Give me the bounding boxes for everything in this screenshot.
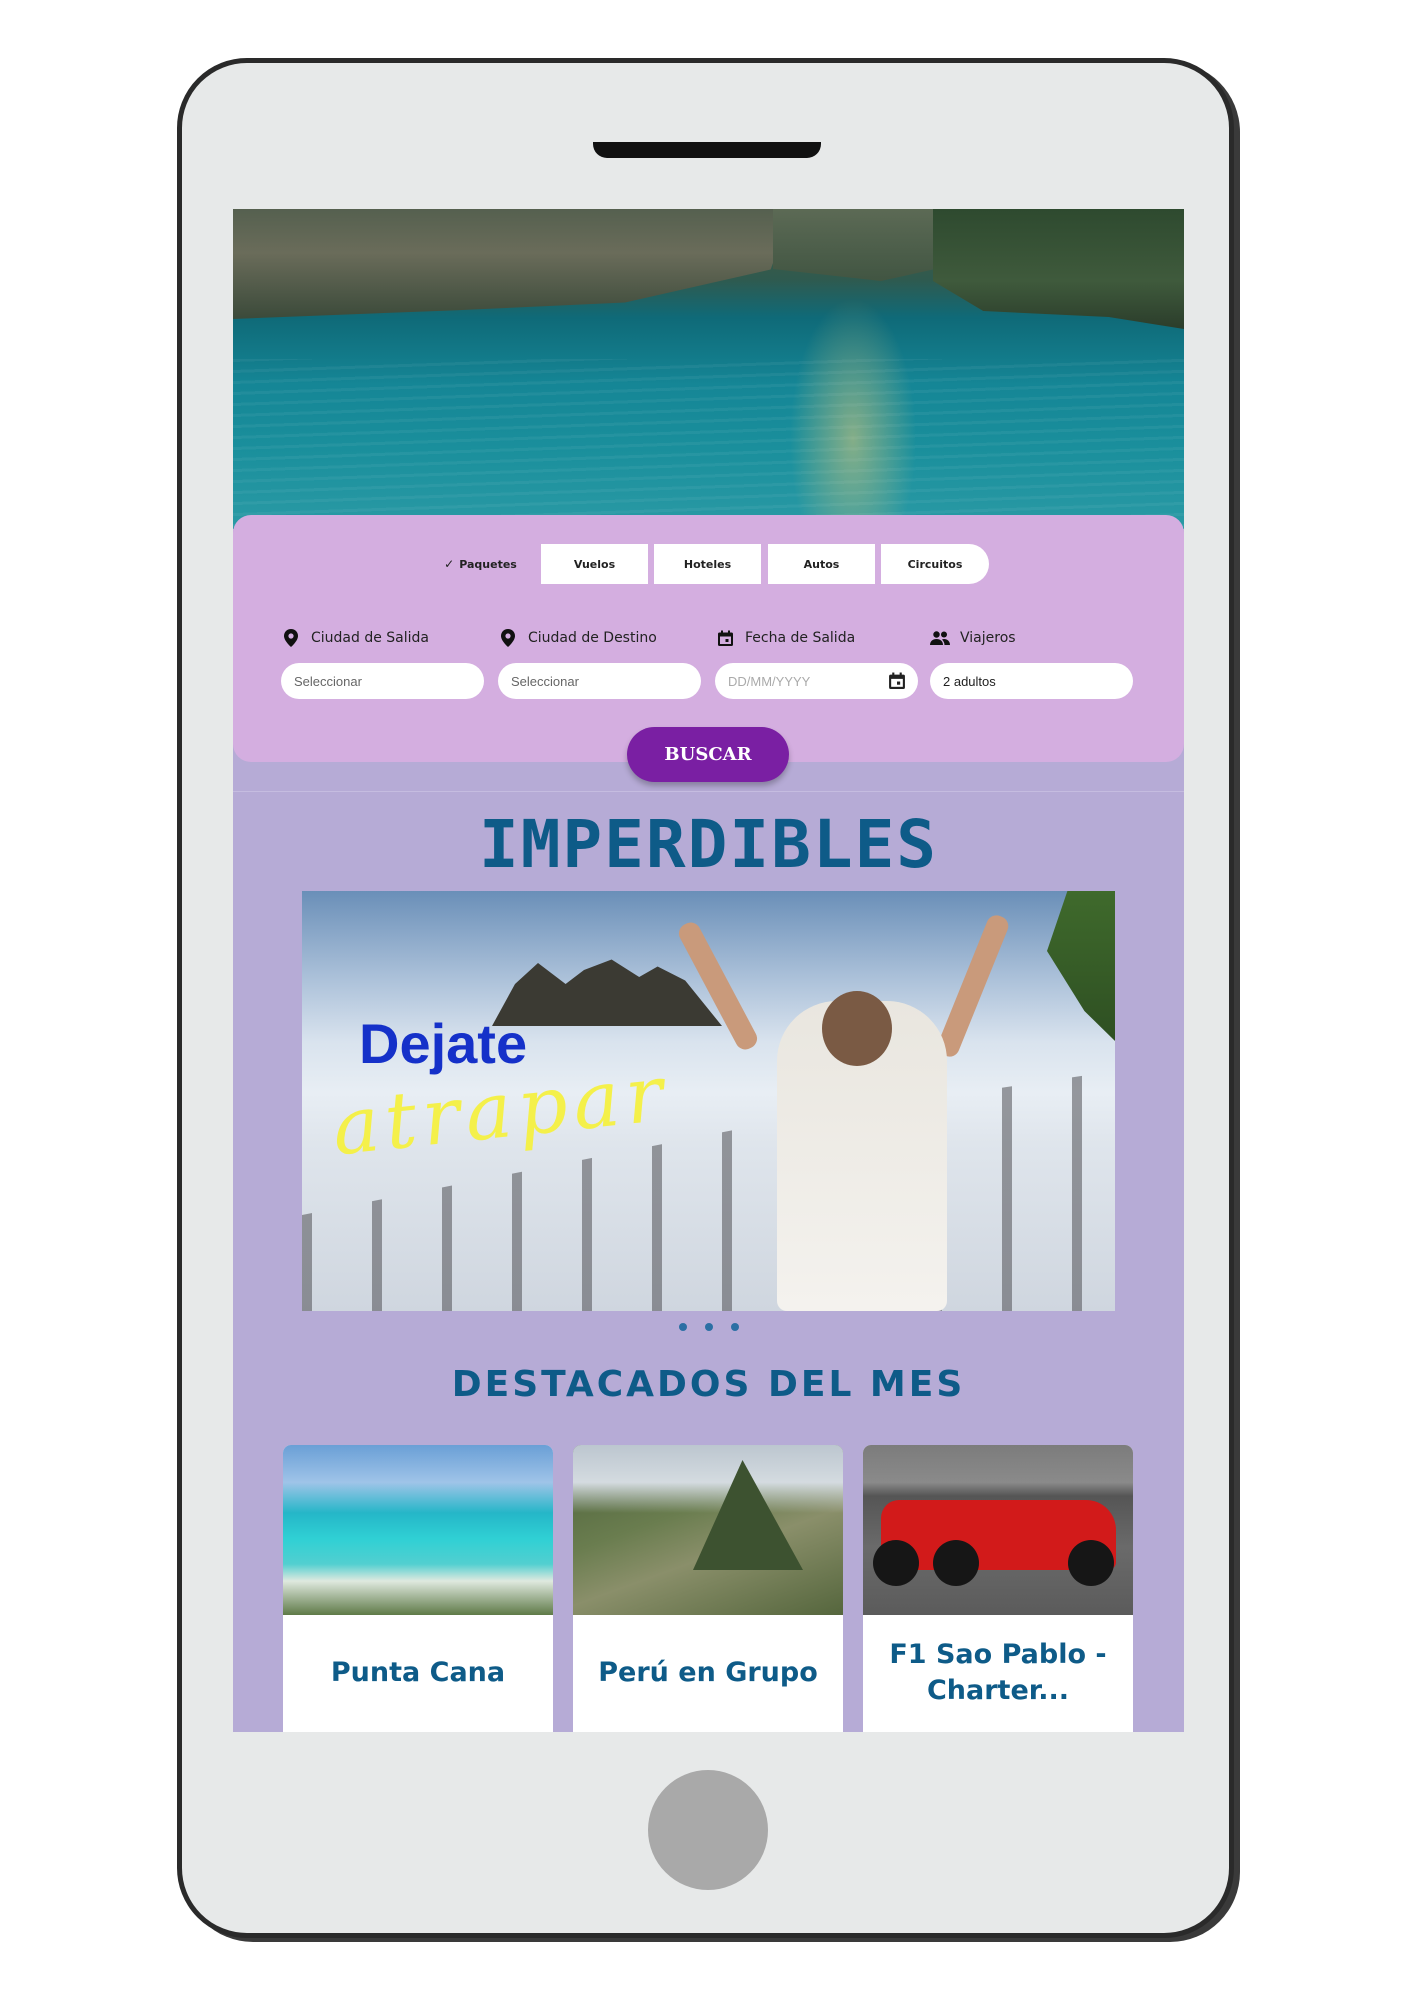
card-title: F1 Sao Pablo - Charter...	[889, 1638, 1107, 1706]
carousel-dot-active[interactable]	[730, 1323, 739, 1331]
tab-circuitos[interactable]: Circuitos	[881, 544, 989, 584]
divider	[233, 791, 1184, 792]
product-tabs: ✓ Paquetes Vuelos Hoteles Autos Circuito…	[233, 544, 1184, 584]
fecha-salida-label: Fecha de Salida	[715, 628, 855, 648]
viajeros-select[interactable]: 2 adultos	[930, 663, 1133, 699]
viajeros-label: Viajeros	[930, 628, 1016, 648]
tab-paquetes[interactable]: ✓ Paquetes	[433, 544, 528, 584]
fecha-salida-input[interactable]: DD/MM/YYYY	[715, 663, 918, 699]
ciudad-salida-select[interactable]: Seleccionar	[281, 663, 484, 699]
search-panel: ✓ Paquetes Vuelos Hoteles Autos Circuito…	[233, 515, 1184, 762]
card-title: Punta Cana	[330, 1656, 506, 1688]
tab-vuelos[interactable]: Vuelos	[541, 544, 648, 584]
destacados-title: DESTACADOS DEL MES	[451, 1364, 966, 1405]
people-icon	[930, 628, 950, 648]
carousel-dot[interactable]	[704, 1323, 713, 1331]
buscar-button[interactable]: BUSCAR	[627, 727, 789, 782]
promo-banner[interactable]: Dejate atrapar	[302, 891, 1115, 1311]
ciudad-destino-label: Ciudad de Destino	[498, 628, 657, 648]
card-image	[863, 1445, 1133, 1615]
tab-hoteles[interactable]: Hoteles	[654, 544, 761, 584]
ciudad-salida-label: Ciudad de Salida	[281, 628, 429, 648]
card-title: Perú en Grupo	[598, 1656, 818, 1688]
destination-card-f1[interactable]: F1 Sao Pablo - Charter...	[863, 1445, 1133, 1732]
destination-card-peru[interactable]: Perú en Grupo	[573, 1445, 843, 1732]
card-image	[573, 1445, 843, 1615]
location-pin-icon	[281, 628, 301, 648]
calendar-icon	[715, 628, 735, 648]
home-button[interactable]	[648, 1770, 768, 1890]
ciudad-destino-select[interactable]: Seleccionar	[498, 663, 701, 699]
imperdibles-title: IMPERDIBLES	[478, 806, 939, 883]
tab-autos[interactable]: Autos	[768, 544, 875, 584]
carousel-dot[interactable]	[678, 1323, 687, 1331]
card-image	[283, 1445, 553, 1615]
check-icon: ✓	[444, 557, 455, 571]
destination-card-punta-cana[interactable]: Punta Cana	[283, 1445, 553, 1732]
calendar-icon[interactable]	[888, 672, 906, 690]
hero-image	[233, 209, 1184, 529]
tablet-speaker	[593, 142, 821, 158]
screen: ✓ Paquetes Vuelos Hoteles Autos Circuito…	[233, 209, 1184, 1732]
location-pin-icon	[498, 628, 518, 648]
carousel-dots	[233, 1323, 1184, 1335]
